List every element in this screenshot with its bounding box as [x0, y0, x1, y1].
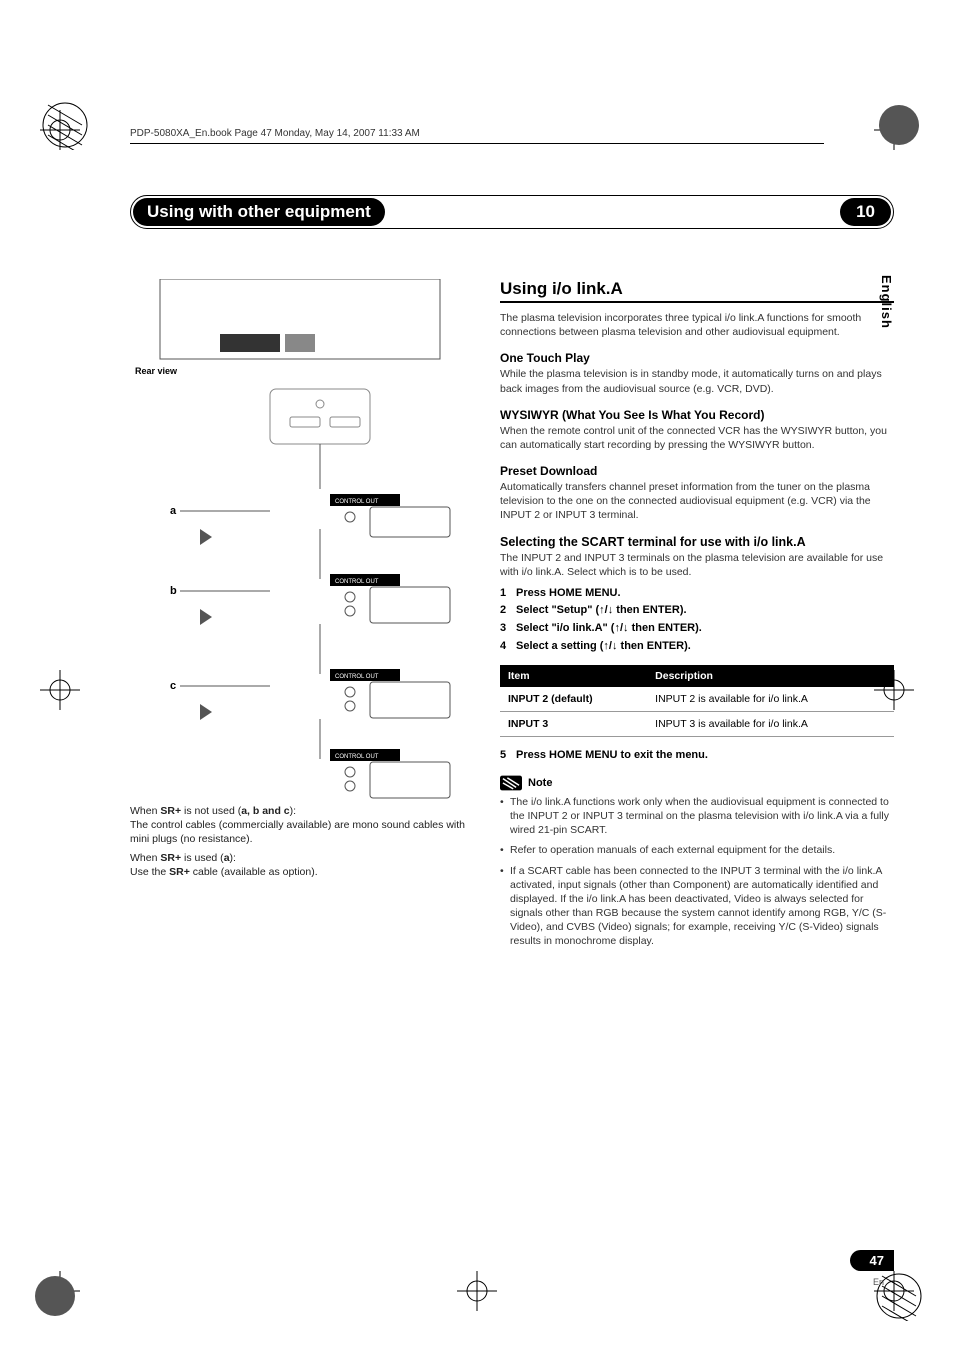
note-item: Refer to operation manuals of each exter…: [500, 843, 894, 857]
sr-used-body: Use the SR+ cable (available as option).: [130, 865, 470, 879]
table-row: INPUT 3 INPUT 3 is available for i/o lin…: [500, 712, 894, 737]
sr-not-used-line: When SR+ is not used (a, b and c):: [130, 804, 470, 818]
solid-circle-icon: [874, 100, 924, 150]
step-1: 1Press HOME MENU.: [500, 585, 894, 603]
subheading-selecting-scart: Selecting the SCART terminal for use wit…: [500, 535, 894, 549]
rear-connection-diagram: Rear view a CONTROL OUT: [130, 279, 470, 804]
th-item: Item: [500, 665, 647, 687]
one-touch-play-body: While the plasma television is in standb…: [500, 367, 894, 395]
step-4: 4Select a setting (↑/↓ then ENTER).: [500, 638, 894, 656]
chapter-number: 10: [840, 198, 891, 226]
note-icon: [500, 775, 522, 791]
iolink-intro: The plasma television incorporates three…: [500, 311, 894, 339]
sr-not-used-body: The control cables (commercially availab…: [130, 818, 470, 846]
language-tab: English: [879, 275, 894, 329]
note-header: Note: [500, 775, 894, 791]
chapter-title: Using with other equipment: [133, 198, 385, 226]
th-description: Description: [647, 665, 894, 687]
preset-download-body: Automatically transfers channel preset i…: [500, 480, 894, 523]
procedure-steps: 1Press HOME MENU. 2Select "Setup" (↑/↓ t…: [500, 585, 894, 655]
subheading-one-touch-play: One Touch Play: [500, 351, 894, 365]
note-item: The i/o link.A functions work only when …: [500, 795, 894, 838]
options-table: Item Description INPUT 2 (default) INPUT…: [500, 665, 894, 737]
svg-text:c: c: [170, 680, 176, 692]
selecting-scart-body: The INPUT 2 and INPUT 3 terminals on the…: [500, 551, 894, 579]
wysiwyr-body: When the remote control unit of the conn…: [500, 424, 894, 452]
subheading-preset-download: Preset Download: [500, 464, 894, 478]
crop-mark-icon: [457, 1271, 497, 1311]
section-heading-iolink: Using i/o link.A: [500, 279, 894, 303]
print-header-line: PDP-5080XA_En.book Page 47 Monday, May 1…: [130, 128, 420, 139]
note-label: Note: [528, 777, 552, 789]
solid-circle-icon: [30, 1271, 80, 1321]
step-3: 3Select "i/o link.A" (↑/↓ then ENTER).: [500, 620, 894, 638]
hatch-circle-icon: [40, 100, 90, 150]
print-header-rule: [130, 143, 824, 144]
svg-text:CONTROL OUT: CONTROL OUT: [335, 579, 379, 585]
svg-text:b: b: [170, 585, 177, 597]
note-item: If a SCART cable has been connected to t…: [500, 864, 894, 949]
page-number: 47: [850, 1250, 894, 1271]
rear-view-label: Rear view: [135, 366, 178, 376]
sr-used-line: When SR+ is used (a):: [130, 851, 470, 865]
svg-text:CONTROL OUT: CONTROL OUT: [335, 674, 379, 680]
page-language-code: En: [873, 1277, 884, 1287]
subheading-wysiwyr: WYSIWYR (What You See Is What You Record…: [500, 408, 894, 422]
chapter-bar: Using with other equipment 10: [130, 195, 894, 229]
step-2: 2Select "Setup" (↑/↓ then ENTER).: [500, 602, 894, 620]
svg-text:CONTROL OUT: CONTROL OUT: [335, 754, 379, 760]
table-row: INPUT 2 (default) INPUT 2 is available f…: [500, 687, 894, 712]
note-bullets: The i/o link.A functions work only when …: [500, 795, 894, 949]
step-5: 5Press HOME MENU to exit the menu.: [500, 747, 894, 765]
svg-text:a: a: [170, 505, 177, 517]
crop-mark-icon: [40, 670, 80, 710]
svg-text:CONTROL OUT: CONTROL OUT: [335, 499, 379, 505]
